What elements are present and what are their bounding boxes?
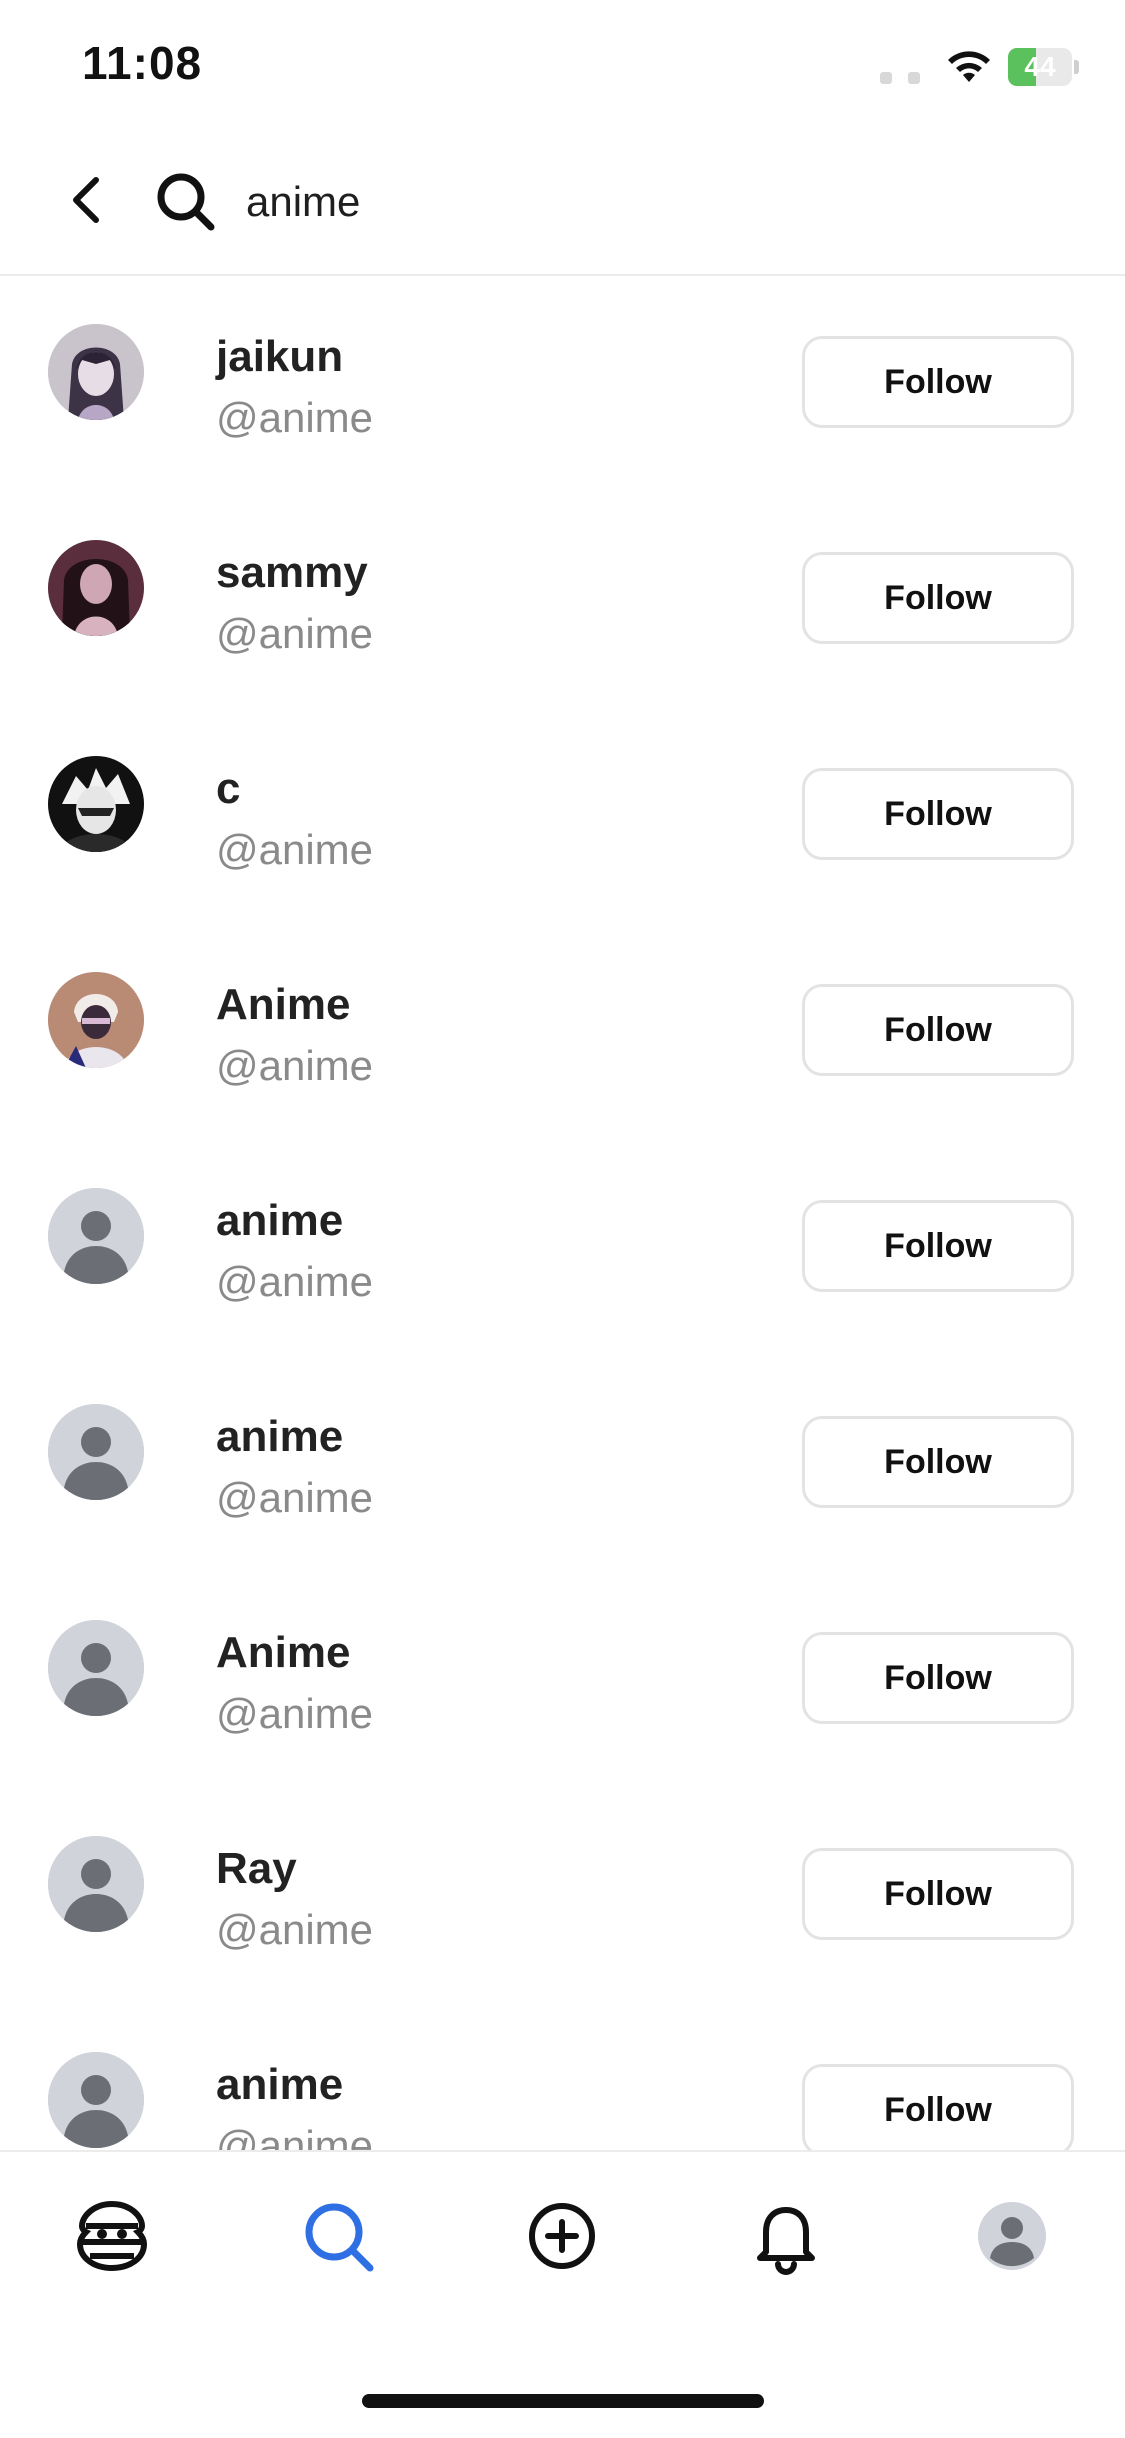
user-avatar[interactable] bbox=[48, 1188, 144, 1284]
user-row[interactable]: jaikun @anime Follow bbox=[0, 276, 1125, 492]
status-time: 11:08 bbox=[82, 37, 203, 89]
user-row[interactable]: anime @anime Follow bbox=[0, 2004, 1125, 2150]
follow-button[interactable]: Follow bbox=[802, 552, 1074, 644]
user-name[interactable]: Ray bbox=[216, 1844, 297, 1894]
back-button[interactable] bbox=[58, 170, 118, 230]
follow-button[interactable]: Follow bbox=[802, 1200, 1074, 1292]
user-name[interactable]: Anime bbox=[216, 1628, 350, 1678]
user-avatar[interactable] bbox=[48, 1620, 144, 1716]
user-avatar[interactable] bbox=[48, 972, 144, 1068]
follow-button[interactable]: Follow bbox=[802, 1848, 1074, 1940]
search-icon bbox=[157, 173, 215, 231]
user-row[interactable]: Anime @anime Follow bbox=[0, 1572, 1125, 1788]
user-avatar[interactable] bbox=[48, 540, 144, 636]
user-avatar[interactable] bbox=[48, 1836, 144, 1932]
follow-button[interactable]: Follow bbox=[802, 1416, 1074, 1508]
follow-button[interactable]: Follow bbox=[802, 336, 1074, 428]
follow-button[interactable]: Follow bbox=[802, 768, 1074, 860]
follow-button[interactable]: Follow bbox=[802, 984, 1074, 1076]
search-input[interactable] bbox=[246, 170, 1046, 234]
user-name[interactable]: jaikun bbox=[216, 332, 343, 382]
user-handle: @anime bbox=[216, 1258, 374, 1305]
user-name[interactable]: Anime bbox=[216, 980, 350, 1030]
user-avatar[interactable] bbox=[48, 324, 144, 420]
user-avatar[interactable] bbox=[48, 756, 144, 852]
add-icon[interactable] bbox=[522, 2196, 602, 2276]
user-handle: @anime bbox=[216, 1690, 374, 1737]
user-row[interactable]: sammy @anime Follow bbox=[0, 492, 1125, 708]
follow-button[interactable]: Follow bbox=[802, 2064, 1074, 2150]
search-tab-icon[interactable] bbox=[298, 2196, 378, 2276]
home-icon[interactable] bbox=[72, 2196, 152, 2276]
status-bar: 11:08 44 bbox=[0, 0, 1125, 140]
battery-icon: 44 bbox=[1008, 48, 1080, 86]
bell-icon[interactable] bbox=[746, 2196, 826, 2276]
follow-button[interactable]: Follow bbox=[802, 1632, 1074, 1724]
user-name[interactable]: sammy bbox=[216, 548, 368, 598]
user-row[interactable]: c @anime Follow bbox=[0, 708, 1125, 924]
user-handle: @anime bbox=[216, 610, 374, 657]
search-header bbox=[0, 140, 1125, 276]
user-handle: @anime bbox=[216, 2122, 374, 2150]
user-name[interactable]: anime bbox=[216, 1196, 343, 1246]
battery-level: 44 bbox=[1024, 51, 1056, 82]
signal-icon bbox=[880, 72, 924, 86]
user-row[interactable]: Ray @anime Follow bbox=[0, 1788, 1125, 2004]
user-row[interactable]: anime @anime Follow bbox=[0, 1356, 1125, 1572]
user-avatar[interactable] bbox=[48, 1404, 144, 1500]
user-handle: @anime bbox=[216, 826, 374, 873]
profile-avatar-icon[interactable] bbox=[972, 2196, 1052, 2276]
user-name[interactable]: anime bbox=[216, 1412, 343, 1462]
user-row[interactable]: anime @anime Follow bbox=[0, 1140, 1125, 1356]
user-name[interactable]: anime bbox=[216, 2060, 343, 2110]
search-results-list: jaikun @anime Follow sammy @anime Follow c @ani… bbox=[0, 276, 1125, 2150]
user-handle: @anime bbox=[216, 1906, 374, 1953]
user-avatar[interactable] bbox=[48, 2052, 144, 2148]
home-indicator bbox=[362, 2394, 764, 2408]
user-handle: @anime bbox=[216, 1474, 374, 1521]
wifi-icon bbox=[948, 51, 990, 82]
user-row[interactable]: Anime @anime Follow bbox=[0, 924, 1125, 1140]
user-handle: @anime bbox=[216, 1042, 374, 1089]
user-name[interactable]: c bbox=[216, 764, 240, 814]
user-handle: @anime bbox=[216, 394, 374, 441]
